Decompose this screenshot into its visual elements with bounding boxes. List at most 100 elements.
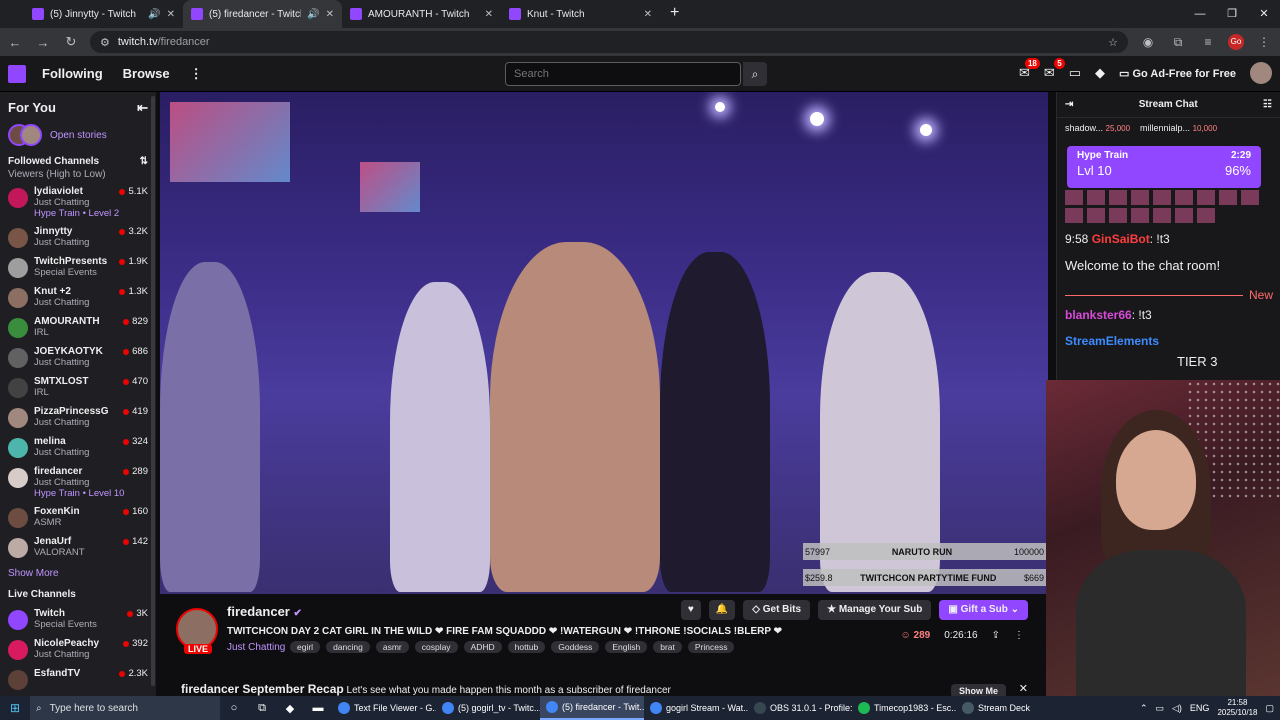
twitch-logo-icon[interactable]: [8, 64, 26, 83]
sidebar-channel-pizzaprincessg[interactable]: PizzaPrincessG Just Chatting 419: [0, 404, 156, 434]
audio-icon[interactable]: 🔊: [148, 9, 160, 20]
stream-tag[interactable]: cosplay: [414, 641, 458, 653]
stream-tag[interactable]: Princess: [687, 641, 735, 653]
live-channel-nicolepeachy[interactable]: NicolePeachy Just Chatting 392: [0, 636, 156, 666]
stream-tag[interactable]: asmr: [375, 641, 409, 653]
sidebar-scrollbar[interactable]: [151, 96, 155, 686]
sidebar-channel-joeykaotyk[interactable]: JOEYKAOTYK Just Chatting 686: [0, 344, 156, 374]
manage-sub-button[interactable]: ★ Manage Your Sub: [818, 600, 932, 620]
task-view-icon[interactable]: ⧉: [248, 702, 276, 715]
live-channel-twitch[interactable]: Twitch Special Events 3K: [0, 606, 156, 636]
start-icon[interactable]: ⊞: [0, 701, 30, 715]
sidebar-channel-twitchpresents[interactable]: TwitchPresents Special Events 1.9K: [0, 254, 156, 284]
leaderboard-entry[interactable]: millennialp... 10,000: [1140, 123, 1217, 133]
close-window-button[interactable]: ✕: [1248, 0, 1280, 28]
taskbar-app[interactable]: Stream Deck: [956, 696, 1060, 720]
media-control-icon[interactable]: ≡: [1198, 35, 1218, 49]
taskbar-app[interactable]: Text File Viewer - G...: [332, 696, 436, 720]
maximize-button[interactable]: ❐: [1216, 0, 1248, 28]
user-avatar[interactable]: [1250, 62, 1272, 84]
ad-free-button[interactable]: ▭ Go Ad-Free for Free: [1119, 67, 1236, 80]
stream-tag[interactable]: hottub: [507, 641, 546, 653]
site-info-icon[interactable]: ⚙: [100, 36, 110, 49]
sidebar-channel-melina[interactable]: melina Just Chatting 324: [0, 434, 156, 464]
copilot-icon[interactable]: ◆: [276, 702, 304, 715]
chat-username[interactable]: StreamElements: [1065, 334, 1159, 348]
stream-tag[interactable]: brat: [653, 641, 682, 653]
more-options-icon[interactable]: ⋮: [1014, 630, 1024, 641]
streamer-name[interactable]: firedancer ✔: [227, 604, 302, 619]
stream-tag[interactable]: Goddess: [551, 641, 600, 653]
sort-icon[interactable]: ⇅: [140, 156, 148, 167]
whispers-icon[interactable]: ▭: [1069, 65, 1081, 81]
volume-icon[interactable]: ◁): [1172, 703, 1182, 714]
close-tab-icon[interactable]: ✕: [167, 9, 175, 20]
file-explorer-icon[interactable]: ▬: [304, 702, 332, 714]
cortana-icon[interactable]: ○: [220, 702, 248, 714]
extensions-puzzle-icon[interactable]: ⧉: [1168, 35, 1188, 50]
language-indicator[interactable]: ENG: [1190, 703, 1210, 713]
sidebar-channel-jenaurf[interactable]: JenaUrf VALORANT 142: [0, 534, 156, 564]
show-more-link[interactable]: Show More: [0, 564, 156, 583]
back-icon[interactable]: ←: [6, 35, 24, 50]
sidebar-channel-amouranth[interactable]: AMOURANTH IRL 829: [0, 314, 156, 344]
forward-icon[interactable]: →: [34, 35, 52, 50]
get-bits-button[interactable]: ◇ Get Bits: [743, 600, 811, 620]
stream-tag[interactable]: ADHD: [463, 641, 502, 653]
open-stories[interactable]: Open stories: [0, 120, 156, 150]
stream-tag[interactable]: English: [605, 641, 648, 653]
close-tab-icon[interactable]: ✕: [644, 9, 652, 20]
sidebar-channel-foxenkin[interactable]: FoxenKin ASMR 160: [0, 504, 156, 534]
sidebar-channel-smtxlost[interactable]: SMTXLOST IRL 470: [0, 374, 156, 404]
profile-avatar[interactable]: Go: [1228, 34, 1244, 50]
browser-tab[interactable]: (5) Jinnytty - Twitch 🔊 ✕: [24, 0, 183, 28]
collapse-chat-icon[interactable]: ⇥: [1065, 99, 1073, 110]
clock[interactable]: 21:58 2025/10/18: [1217, 698, 1257, 718]
sidebar-channel-firedancer[interactable]: firedancer Just Chatting Hype Train • Leve…: [0, 464, 156, 504]
live-channel-esfandtv[interactable]: EsfandTV 2.3K: [0, 666, 156, 696]
chat-username[interactable]: blankster66: [1065, 308, 1132, 322]
close-tab-icon[interactable]: ✕: [326, 9, 334, 20]
share-icon[interactable]: ⇪: [992, 630, 1000, 641]
stream-tag[interactable]: dancing: [326, 641, 370, 653]
sidebar-channel-lydiaviolet[interactable]: lydiaviolet Just Chatting Hype Train • Lev…: [0, 184, 156, 224]
stream-category[interactable]: Just Chatting: [227, 642, 285, 653]
taskbar-app[interactable]: (5) gogirl_tv - Twitc...: [436, 696, 540, 720]
chat-username[interactable]: GinSaiBot: [1092, 232, 1150, 246]
more-menu-icon[interactable]: ⋮: [190, 66, 203, 82]
extension-icon[interactable]: ◉: [1138, 35, 1158, 49]
hype-train-banner[interactable]: Hype Train 2:29 Lvl 10 96%: [1067, 146, 1261, 188]
chat-users-icon[interactable]: ☷: [1263, 99, 1272, 110]
collapse-sidebar-icon[interactable]: ⇤: [137, 100, 148, 116]
notifications-icon[interactable]: ✉ 5: [1044, 58, 1065, 81]
browser-tab[interactable]: AMOURANTH - Twitch ✕: [342, 0, 501, 28]
tray-chevron-icon[interactable]: ⌃: [1140, 703, 1148, 714]
new-tab-button[interactable]: +: [660, 0, 689, 28]
close-tab-icon[interactable]: ✕: [485, 9, 493, 20]
taskbar-app[interactable]: (5) firedancer - Twit...: [540, 696, 644, 720]
nav-browse[interactable]: Browse: [123, 66, 170, 81]
bookmark-star-icon[interactable]: ☆: [1108, 36, 1118, 49]
search-input[interactable]: [505, 62, 741, 86]
browser-menu-icon[interactable]: ⋮: [1254, 35, 1274, 49]
taskbar-app[interactable]: Timecop1983 - Esc...: [852, 696, 956, 720]
close-icon[interactable]: ✕: [1019, 682, 1028, 695]
network-icon[interactable]: ▭: [1155, 703, 1164, 714]
video-player[interactable]: 57997 NARUTO RUN 100000 $259.8 TWITCHCON…: [160, 92, 1048, 594]
audio-icon[interactable]: 🔊: [307, 9, 319, 20]
taskbar-search[interactable]: ⌕ Type here to search: [30, 696, 220, 720]
stream-tag[interactable]: egirl: [290, 641, 321, 653]
sidebar-channel-knut-2[interactable]: Knut +2 Just Chatting 1.3K: [0, 284, 156, 314]
crown-icon[interactable]: ◆: [1095, 65, 1105, 81]
url-input[interactable]: ⚙ twitch.tv/firedancer ☆: [90, 31, 1128, 53]
taskbar-app[interactable]: OBS 31.0.1 - Profile:...: [748, 696, 852, 720]
reload-icon[interactable]: ↻: [62, 34, 80, 50]
inbox-icon[interactable]: ✉ 18: [1019, 58, 1040, 81]
taskbar-app[interactable]: gogirl Stream - Wat...: [644, 696, 748, 720]
nav-following[interactable]: Following: [42, 66, 103, 81]
follow-heart-button[interactable]: ♥: [680, 600, 701, 620]
sidebar-channel-jinnytty[interactable]: Jinnytty Just Chatting 3.2K: [0, 224, 156, 254]
browser-tab[interactable]: (5) firedancer - Twitch 🔊 ✕: [183, 0, 342, 28]
search-icon[interactable]: ⌕: [743, 62, 767, 86]
minimize-button[interactable]: —: [1184, 0, 1216, 28]
